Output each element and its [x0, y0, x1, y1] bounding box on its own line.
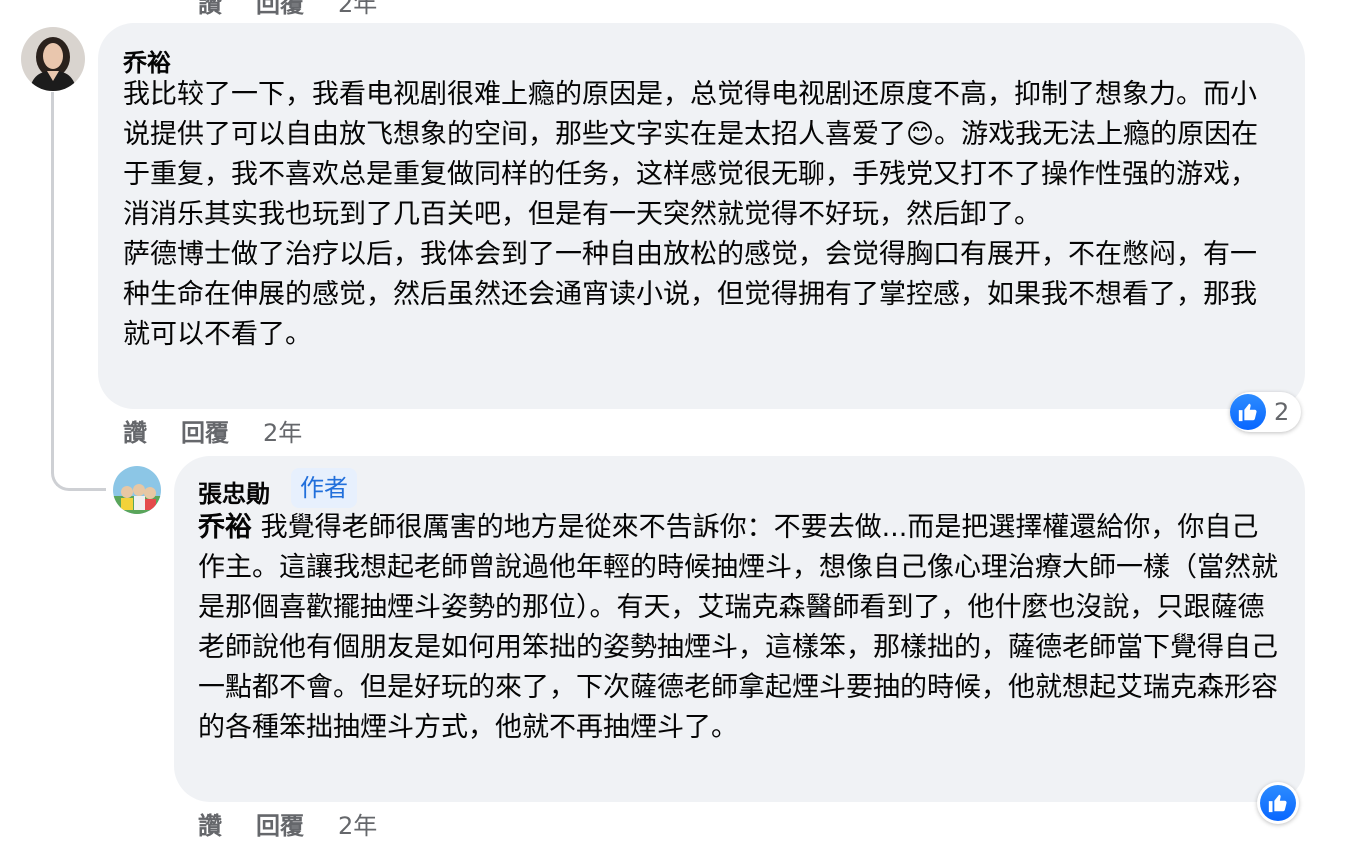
like-link[interactable]: 讚 — [198, 0, 222, 19]
reply-actions: 讚 回覆 2年 — [198, 806, 377, 841]
comment-author-name[interactable]: 乔裕 — [123, 43, 171, 78]
timestamp[interactable]: 2年 — [263, 413, 302, 448]
reply-author-name[interactable]: 張忠勛 — [198, 474, 270, 509]
comment-actions: 讚 回覆 2年 — [123, 413, 302, 448]
timestamp[interactable]: 2年 — [338, 806, 377, 841]
previous-comment-actions: 讚 回覆 2年 — [198, 0, 377, 19]
mention-link[interactable]: 乔裕 — [198, 512, 252, 543]
reply-link[interactable]: 回覆 — [256, 0, 304, 19]
reply-bubble: 張忠勛 作者 乔裕 我覺得老師很厲害的地方是從來不告訴你：不要去做...而是把選… — [174, 456, 1305, 802]
thumbs-up-icon — [1260, 785, 1296, 821]
avatar[interactable] — [21, 27, 85, 91]
reply-link[interactable]: 回覆 — [256, 806, 304, 841]
reply-avatar[interactable] — [113, 466, 161, 514]
smiling-face-emoji-icon: 😊 — [906, 119, 935, 150]
reply-text-body: 我覺得老師很厲害的地方是從來不告訴你：不要去做...而是把選擇權還給你，你自己作… — [198, 512, 1278, 743]
like-link[interactable]: 讚 — [198, 806, 222, 841]
reply-text: 乔裕 我覺得老師很厲害的地方是從來不告訴你：不要去做...而是把選擇權還給你，你… — [198, 508, 1283, 748]
timestamp[interactable]: 2年 — [338, 0, 377, 19]
reaction-count: 2 — [1274, 398, 1290, 426]
thumbs-up-icon — [1230, 394, 1266, 430]
author-badge: 作者 — [291, 468, 357, 508]
reply-link[interactable]: 回覆 — [181, 413, 229, 448]
avatar-photo-icon — [21, 27, 85, 91]
avatar-photo-icon — [113, 466, 161, 514]
comment-bubble: 乔裕 我比较了一下，我看电视剧很难上瘾的原因是，总觉得电视剧还原度不高，抑制了想… — [98, 23, 1305, 409]
comment-text: 我比较了一下，我看电视剧很难上瘾的原因是，总觉得电视剧还原度不高，抑制了想象力。… — [123, 75, 1268, 355]
reply-reaction-summary[interactable] — [1257, 782, 1299, 824]
comment-text-paragraph-2: 萨德博士做了治疗以后，我体会到了一种自由放松的感觉，会觉得胸口有展开，不在憋闷，… — [123, 239, 1257, 350]
like-link[interactable]: 讚 — [123, 413, 147, 448]
reaction-summary[interactable]: 2 — [1230, 392, 1302, 432]
